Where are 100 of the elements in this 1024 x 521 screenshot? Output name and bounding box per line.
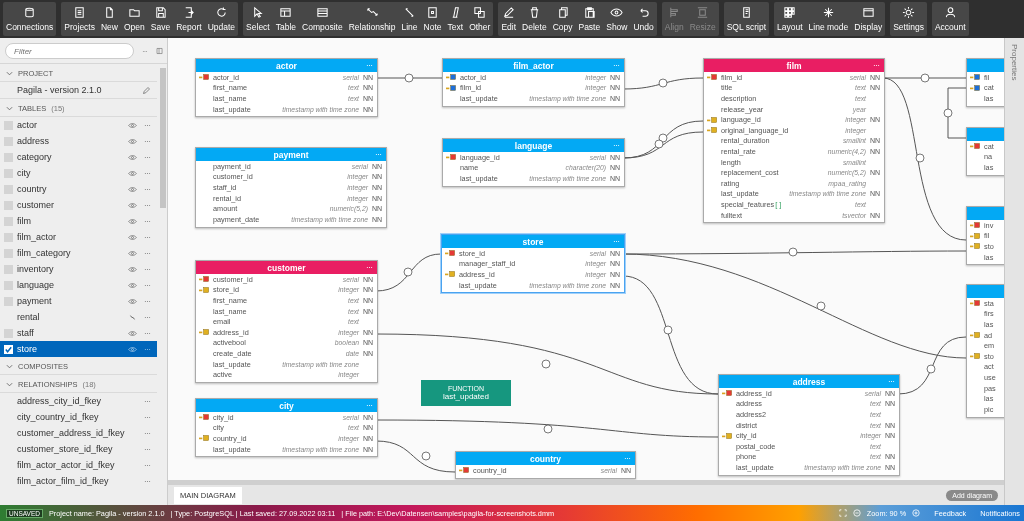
toolbar-button[interactable]: Text xyxy=(444,2,467,36)
more-icon[interactable] xyxy=(144,399,151,403)
table-list-item[interactable]: city xyxy=(0,165,157,181)
eye-icon[interactable] xyxy=(128,297,137,305)
more-icon[interactable] xyxy=(144,235,151,239)
relationship-list-item[interactable]: customer_store_id_fkey xyxy=(0,441,157,457)
toolbar-button[interactable]: Table xyxy=(272,2,300,36)
relationship-line[interactable] xyxy=(622,77,704,90)
eye-icon[interactable] xyxy=(128,153,137,161)
toolbar-button[interactable]: Display xyxy=(851,2,886,36)
toolbar-button[interactable]: Line xyxy=(398,2,421,36)
relationship-line[interactable] xyxy=(622,131,704,159)
relationship-list-item[interactable]: city_country_id_fkey xyxy=(0,409,157,425)
toolbar-button[interactable]: Select xyxy=(243,2,273,36)
checkbox[interactable] xyxy=(4,344,13,354)
toolbar-button[interactable]: Save xyxy=(147,2,174,36)
checkbox[interactable] xyxy=(4,168,13,178)
table-list-item[interactable]: film_actor xyxy=(0,229,157,245)
eye-icon[interactable] xyxy=(128,249,137,257)
table-list-item[interactable]: store xyxy=(0,341,157,357)
more-icon[interactable] xyxy=(144,347,151,351)
zoom-out-icon[interactable] xyxy=(852,509,861,517)
more-icon[interactable] xyxy=(144,155,151,159)
hidden-icon[interactable] xyxy=(128,313,137,321)
more-icon[interactable] xyxy=(144,267,151,271)
more-icon[interactable] xyxy=(144,219,151,223)
more-icon[interactable] xyxy=(144,415,151,419)
relationship-line[interactable] xyxy=(882,77,967,241)
table-list-item[interactable]: language xyxy=(0,277,157,293)
table-list-item[interactable]: country xyxy=(0,181,157,197)
toolbar-button[interactable]: Copy xyxy=(549,2,576,36)
chevron-icon[interactable] xyxy=(6,381,13,388)
chevron-icon[interactable] xyxy=(6,105,13,112)
more-icon[interactable] xyxy=(144,315,151,319)
more-icon[interactable] xyxy=(366,404,373,407)
more-icon[interactable] xyxy=(888,380,895,383)
toolbar-button[interactable]: New xyxy=(98,2,121,36)
filter-field[interactable]: Filter xyxy=(5,43,134,59)
eye-icon[interactable] xyxy=(128,281,137,289)
table-list-item[interactable]: category xyxy=(0,149,157,165)
toolbar-button[interactable]: Show xyxy=(603,2,631,36)
panel-layout-icon[interactable] xyxy=(155,45,163,57)
toolbar-button[interactable]: Other xyxy=(466,2,494,36)
toolbar-button[interactable]: SQL script xyxy=(723,2,770,36)
toolbar-button[interactable]: Undo xyxy=(630,2,657,36)
table-list-item[interactable]: customer xyxy=(0,197,157,213)
more-icon[interactable] xyxy=(613,144,620,147)
toolbar-button[interactable]: Composite xyxy=(299,2,346,36)
toolbar-button[interactable]: Projects xyxy=(61,2,98,36)
more-icon[interactable] xyxy=(375,153,382,156)
more-icon[interactable] xyxy=(144,331,151,335)
relationship-line[interactable] xyxy=(375,73,443,83)
table-header[interactable]: film xyxy=(704,59,884,72)
eye-icon[interactable] xyxy=(128,121,137,129)
checkbox[interactable] xyxy=(4,120,13,130)
checkbox[interactable] xyxy=(4,152,13,162)
relationship-line[interactable] xyxy=(375,440,456,473)
table-entity[interactable] xyxy=(195,260,378,383)
more-icon[interactable] xyxy=(144,463,151,467)
more-icon[interactable] xyxy=(144,139,151,143)
toolbar-button[interactable]: Edit xyxy=(498,2,520,36)
more-icon[interactable] xyxy=(144,299,151,303)
relationship-list-item[interactable]: film_actor_film_id_fkey xyxy=(0,473,157,489)
relationship-line[interactable] xyxy=(375,253,442,292)
toolbar-button[interactable]: Note xyxy=(420,2,445,36)
toolbar-button[interactable]: Settings xyxy=(890,2,927,36)
checkbox[interactable] xyxy=(4,136,13,146)
chevron-icon[interactable] xyxy=(6,70,13,77)
table-list-item[interactable]: film xyxy=(0,213,157,229)
more-icon[interactable] xyxy=(613,64,620,67)
relationship-line[interactable] xyxy=(897,336,967,395)
eye-icon[interactable] xyxy=(128,233,137,241)
toolbar-button[interactable]: Connections xyxy=(3,2,57,36)
eye-icon[interactable] xyxy=(128,329,137,337)
toolbar-button[interactable]: Relationship xyxy=(345,2,399,36)
toolbar-button[interactable]: Report xyxy=(173,2,205,36)
relationship-line[interactable] xyxy=(375,419,719,438)
eye-icon[interactable] xyxy=(128,185,137,193)
checkbox[interactable] xyxy=(4,280,13,290)
more-icon[interactable] xyxy=(144,203,151,207)
toolbar-button[interactable]: Update xyxy=(204,2,239,36)
fullscreen-icon[interactable] xyxy=(838,509,847,517)
table-list-item[interactable]: staff xyxy=(0,325,157,341)
toolbar-button[interactable]: Line mode xyxy=(805,2,852,36)
relationship-list-item[interactable]: film_actor_actor_id_fkey xyxy=(0,457,157,473)
table-list-item[interactable]: inventory xyxy=(0,261,157,277)
more-icon[interactable] xyxy=(613,240,620,243)
checkbox[interactable] xyxy=(4,216,13,226)
eye-icon[interactable] xyxy=(128,201,137,209)
scrollbar[interactable] xyxy=(160,68,166,208)
more-icon[interactable] xyxy=(624,457,631,460)
table-list-item[interactable]: actor xyxy=(0,117,157,133)
more-icon[interactable] xyxy=(144,431,151,435)
table-header[interactable]: customer xyxy=(196,261,377,274)
chevron-icon[interactable] xyxy=(6,363,13,370)
table-entity[interactable] xyxy=(703,58,885,224)
toolbar-button[interactable]: Layout xyxy=(774,2,806,36)
more-icon[interactable] xyxy=(366,64,373,67)
relationship-list-item[interactable]: address_city_id_fkey xyxy=(0,393,157,409)
table-list-item[interactable]: film_category xyxy=(0,245,157,261)
